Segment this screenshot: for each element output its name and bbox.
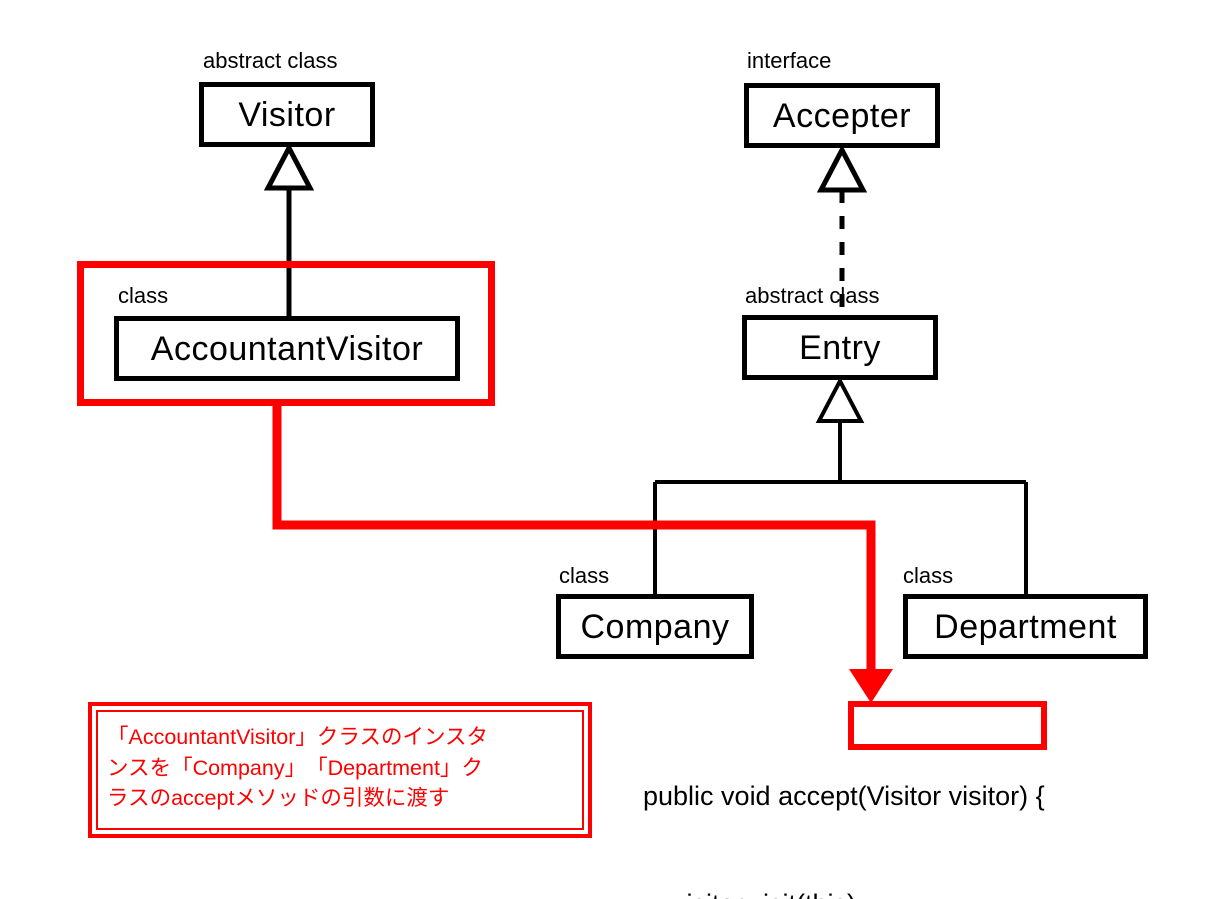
stereotype-department: class xyxy=(903,563,954,588)
stereotype-accepter: interface xyxy=(747,48,832,73)
class-box-accepter[interactable]: Accepter xyxy=(744,83,940,148)
stereotype-company: class xyxy=(559,563,610,588)
annotation-note-line-3: ラスのacceptメソッドの引数に渡す xyxy=(107,786,450,811)
generalization-entry-subclasses xyxy=(653,376,1028,598)
uml-diagram-canvas: abstract class class interface abstract … xyxy=(0,0,1224,899)
class-box-company[interactable]: Company xyxy=(556,594,754,659)
stereotype-visitor: abstract class xyxy=(203,48,338,73)
class-box-department[interactable]: Department xyxy=(903,594,1148,659)
annotation-note-line-2: ンスを「Company」 「Department」ク xyxy=(107,755,483,780)
highlight-frame-accountantvisitor xyxy=(77,261,495,406)
annotation-note: 「AccountantVisitor」クラスのインスタ ンスを「Company」… xyxy=(88,702,592,838)
code-line-2: visitor.visit(this); xyxy=(643,887,1045,899)
annotation-note-text: 「AccountantVisitor」クラスのインスタ ンスを「Company」… xyxy=(96,710,584,830)
stereotype-entry: abstract class xyxy=(745,283,880,308)
class-box-visitor[interactable]: Visitor xyxy=(199,82,375,147)
code-line-1: public void accept(Visitor visitor) { xyxy=(643,780,1045,811)
class-box-entry[interactable]: Entry xyxy=(742,315,938,380)
annotation-note-line-1: 「AccountantVisitor」クラスのインスタ xyxy=(107,725,489,749)
highlight-frame-visitor-parameter xyxy=(848,701,1047,750)
